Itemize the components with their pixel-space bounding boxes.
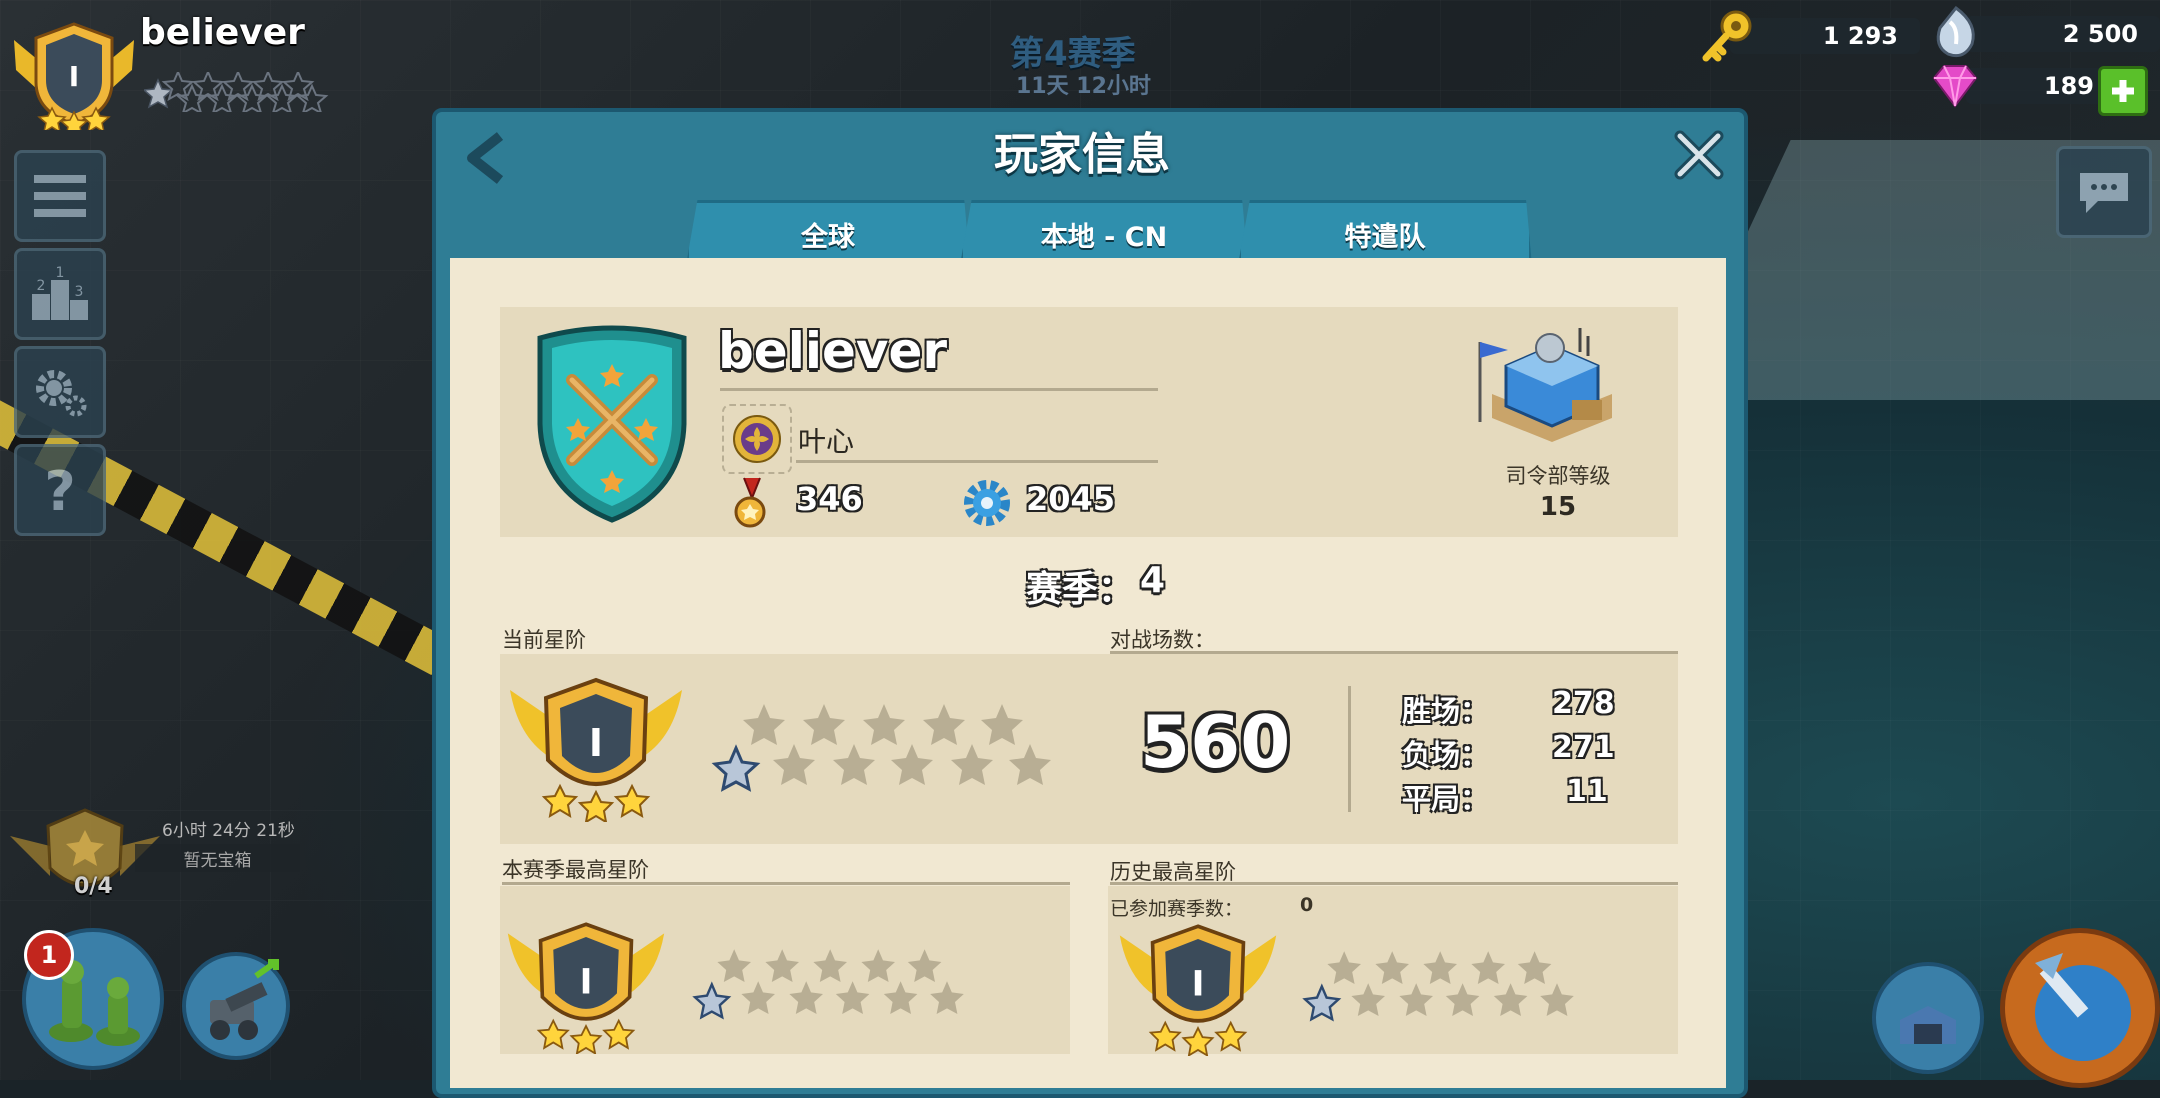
- radar-icon: [2035, 953, 2131, 1061]
- season-best-badge: I: [506, 920, 666, 1058]
- season-banner-countdown: 11天 12小时: [1016, 74, 1151, 99]
- chat-icon: [2080, 173, 2128, 213]
- close-icon: [1674, 130, 1724, 180]
- history-best-divider: [1110, 882, 1678, 885]
- headquarters-icon: [1900, 1006, 1956, 1044]
- player-name: believer: [140, 12, 305, 53]
- season-value: 4: [1140, 560, 1166, 601]
- chest-timer: 6小时 24分 21秒: [162, 821, 295, 841]
- diamond-icon: [1928, 4, 1984, 66]
- gems-counter: 189: [1966, 68, 2116, 104]
- menu-button[interactable]: [14, 150, 106, 242]
- keys-counter: 1 293: [1730, 18, 1920, 54]
- weapons-button[interactable]: [182, 952, 290, 1060]
- back-button[interactable]: [462, 130, 510, 190]
- diamonds-value: 2 500: [2062, 20, 2138, 48]
- hq-view-button[interactable]: [1872, 962, 1984, 1074]
- current-rank-label: 当前星阶: [502, 628, 586, 652]
- svg-text:1: 1: [56, 266, 65, 281]
- battles-count: 560: [1140, 700, 1291, 784]
- season-best-divider: [502, 882, 1070, 885]
- svg-text:I: I: [69, 60, 79, 93]
- headquarters-icon: [1472, 322, 1632, 458]
- help-button[interactable]: ?: [14, 444, 106, 536]
- seasons-played-value: 0: [1300, 894, 1314, 916]
- chest-count: 0/4: [74, 874, 113, 899]
- seasons-played-label: 已参加赛季数：: [1110, 898, 1244, 920]
- name-underline: [720, 388, 1158, 391]
- svg-text:?: ?: [44, 462, 75, 518]
- buy-gems-button[interactable]: [2098, 66, 2148, 116]
- player-rank-badge[interactable]: I: [8, 20, 140, 138]
- wins-label: 胜场：: [1402, 694, 1490, 728]
- attack-map-button[interactable]: [2000, 928, 2160, 1088]
- wins-value: 278: [1552, 686, 1615, 721]
- settings-button[interactable]: [14, 346, 106, 438]
- hq-level: 15: [1539, 492, 1577, 522]
- svg-text:I: I: [589, 721, 603, 765]
- leaderboard-icon: 213: [32, 266, 88, 320]
- leaderboard-button[interactable]: 213: [14, 248, 106, 340]
- chevron-left-icon: [467, 132, 504, 184]
- tab-task-force[interactable]: 特遣队: [1238, 200, 1532, 265]
- dialog-player-name: believer: [718, 322, 948, 380]
- season-label: 赛季：: [1026, 569, 1135, 610]
- history-best-badge: I: [1118, 922, 1278, 1060]
- svg-text:3: 3: [75, 284, 84, 300]
- losses-value: 271: [1552, 730, 1615, 765]
- dialog-title: 玩家信息: [994, 129, 1170, 180]
- plus-icon: [2112, 80, 2134, 102]
- key-icon: [1698, 8, 1758, 68]
- season-best-label: 本赛季最高星阶: [502, 858, 649, 882]
- medals-value: 346: [796, 480, 863, 518]
- gem-icon: [1928, 62, 1982, 114]
- gems-value: 189: [2043, 72, 2094, 100]
- cannon-icon: [210, 959, 279, 1040]
- tab-local[interactable]: 本地 - CN: [960, 200, 1248, 265]
- losses-label: 负场：: [1402, 738, 1490, 772]
- gear-stat-icon: [962, 478, 1012, 532]
- hamburger-icon: [34, 175, 86, 217]
- keys-value: 1 293: [1822, 22, 1898, 50]
- task-force-name: 叶心: [798, 425, 855, 458]
- tab-global[interactable]: 全球: [686, 200, 970, 265]
- close-button[interactable]: [1672, 128, 1726, 186]
- player-shield-emblem: [532, 324, 692, 528]
- gears-value: 2045: [1026, 480, 1116, 518]
- chat-button[interactable]: [2056, 146, 2152, 238]
- chest-status: 暂无宝箱: [135, 844, 300, 872]
- history-best-stars: [1300, 948, 1590, 1032]
- task-force-icon: [733, 415, 781, 463]
- medal-icon: [732, 476, 772, 536]
- battles-label: 对战场数：: [1110, 628, 1215, 652]
- task-force-underline: [796, 460, 1158, 463]
- task-force-badge[interactable]: [722, 404, 792, 474]
- notification-badge: 1: [24, 930, 74, 980]
- question-icon: ?: [44, 462, 75, 518]
- top-stars-row: [143, 71, 344, 116]
- season-best-stars: [690, 946, 980, 1030]
- current-rank-badge: I: [508, 676, 684, 826]
- gear-icon: [36, 370, 87, 417]
- diamonds-counter: 2 500: [1966, 16, 2160, 52]
- draws-label: 平局：: [1402, 782, 1490, 816]
- current-rank-stars: [710, 700, 1070, 804]
- svg-text:2: 2: [37, 278, 46, 294]
- svg-text:I: I: [1192, 964, 1205, 1004]
- hq-label: 司令部等级: [1505, 464, 1611, 488]
- stats-divider: [1348, 686, 1351, 812]
- draws-value: 11: [1566, 774, 1608, 809]
- svg-text:I: I: [580, 962, 593, 1002]
